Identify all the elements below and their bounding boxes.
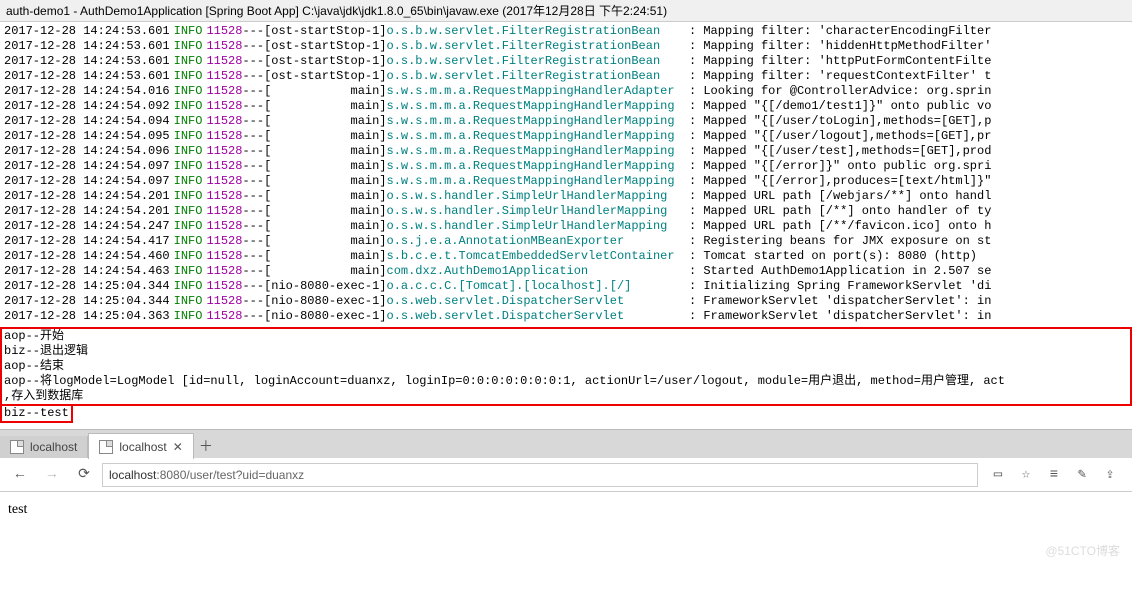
close-icon[interactable]: ✕ [173,440,183,454]
log-line: 2017-12-28 14:24:54.094 INFO 11528 --- [… [4,114,1128,129]
highlight-line: ,存入到数据库 [4,389,1128,404]
highlight-line: aop--结束 [4,359,1128,374]
browser-toolbar: ← → ⟳ localhost:8080/user/test?uid=duanx… [0,458,1132,492]
log-line: 2017-12-28 14:24:54.463 INFO 11528 --- [… [4,264,1128,279]
page-content: test @51CTO博客 [0,492,1132,532]
console-titlebar: auth-demo1 - AuthDemo1Application [Sprin… [0,0,1132,22]
address-bar[interactable]: localhost:8080/user/test?uid=duanxz [102,463,978,487]
log-line: 2017-12-28 14:24:54.247 INFO 11528 --- [… [4,219,1128,234]
log-line: 2017-12-28 14:25:04.344 INFO 11528 --- [… [4,279,1128,294]
highlight-line: biz--退出逻辑 [4,344,1128,359]
page-text: test [8,502,27,517]
log-line: 2017-12-28 14:24:53.601 INFO 11528 --- [… [4,24,1128,39]
watermark: @51CTO博客 [1045,542,1120,559]
log-line: 2017-12-28 14:24:54.201 INFO 11528 --- [… [4,189,1128,204]
new-tab-button[interactable]: ＋ [194,434,218,458]
log-line: 2017-12-28 14:24:53.601 INFO 11528 --- [… [4,69,1128,84]
highlight-box-1: aop--开始biz--退出逻辑aop--结束aop--将logModel=Lo… [0,327,1132,406]
log-line: 2017-12-28 14:24:54.095 INFO 11528 --- [… [4,129,1128,144]
highlight-line: aop--开始 [4,329,1128,344]
log-line: 2017-12-28 14:24:53.601 INFO 11528 --- [… [4,54,1128,69]
log-line: 2017-12-28 14:24:54.092 INFO 11528 --- [… [4,99,1128,114]
share-icon[interactable]: ⇪ [1100,465,1120,485]
log-line: 2017-12-28 14:24:53.601 INFO 11528 --- [… [4,39,1128,54]
forward-button[interactable]: → [38,461,66,489]
tab-label: localhost [30,440,77,454]
address-path: :8080/user/test?uid=duanxz [156,468,304,482]
log-line: 2017-12-28 14:24:54.417 INFO 11528 --- [… [4,234,1128,249]
log-line: 2017-12-28 14:25:04.363 INFO 11528 --- [… [4,309,1128,324]
favorites-list-icon[interactable]: ≡ [1044,465,1064,485]
tab-localhost-1[interactable]: localhost [0,436,88,458]
toolbar-right-icons: ▭ ☆ ≡ ✎ ⇪ [982,465,1126,485]
log-output[interactable]: 2017-12-28 14:24:53.601 INFO 11528 --- [… [0,22,1132,326]
log-line: 2017-12-28 14:24:54.097 INFO 11528 --- [… [4,159,1128,174]
tab-bar: localhost localhost ✕ ＋ [0,430,1132,458]
page-icon [99,440,113,454]
tab-label: localhost [119,440,166,454]
highlight-line: aop--将logModel=LogModel [id=null, loginA… [4,374,1128,389]
notes-icon[interactable]: ✎ [1072,465,1092,485]
console-panel: auth-demo1 - AuthDemo1Application [Sprin… [0,0,1132,423]
page-icon [10,440,24,454]
log-line: 2017-12-28 14:24:54.460 INFO 11528 --- [… [4,249,1128,264]
log-line: 2017-12-28 14:24:54.016 INFO 11528 --- [… [4,84,1128,99]
back-button[interactable]: ← [6,461,34,489]
browser-window: localhost localhost ✕ ＋ ← → ⟳ localhost:… [0,429,1132,532]
log-line: 2017-12-28 14:24:54.201 INFO 11528 --- [… [4,204,1128,219]
refresh-button[interactable]: ⟳ [70,461,98,489]
tab-localhost-2[interactable]: localhost ✕ [88,433,193,459]
log-line: 2017-12-28 14:24:54.096 INFO 11528 --- [… [4,144,1128,159]
highlight-box-2: biz--test [0,406,73,423]
favorite-icon[interactable]: ☆ [1016,465,1036,485]
address-host: localhost [109,468,156,482]
reader-icon[interactable]: ▭ [988,465,1008,485]
log-line: 2017-12-28 14:24:54.097 INFO 11528 --- [… [4,174,1128,189]
log-line: 2017-12-28 14:25:04.344 INFO 11528 --- [… [4,294,1128,309]
